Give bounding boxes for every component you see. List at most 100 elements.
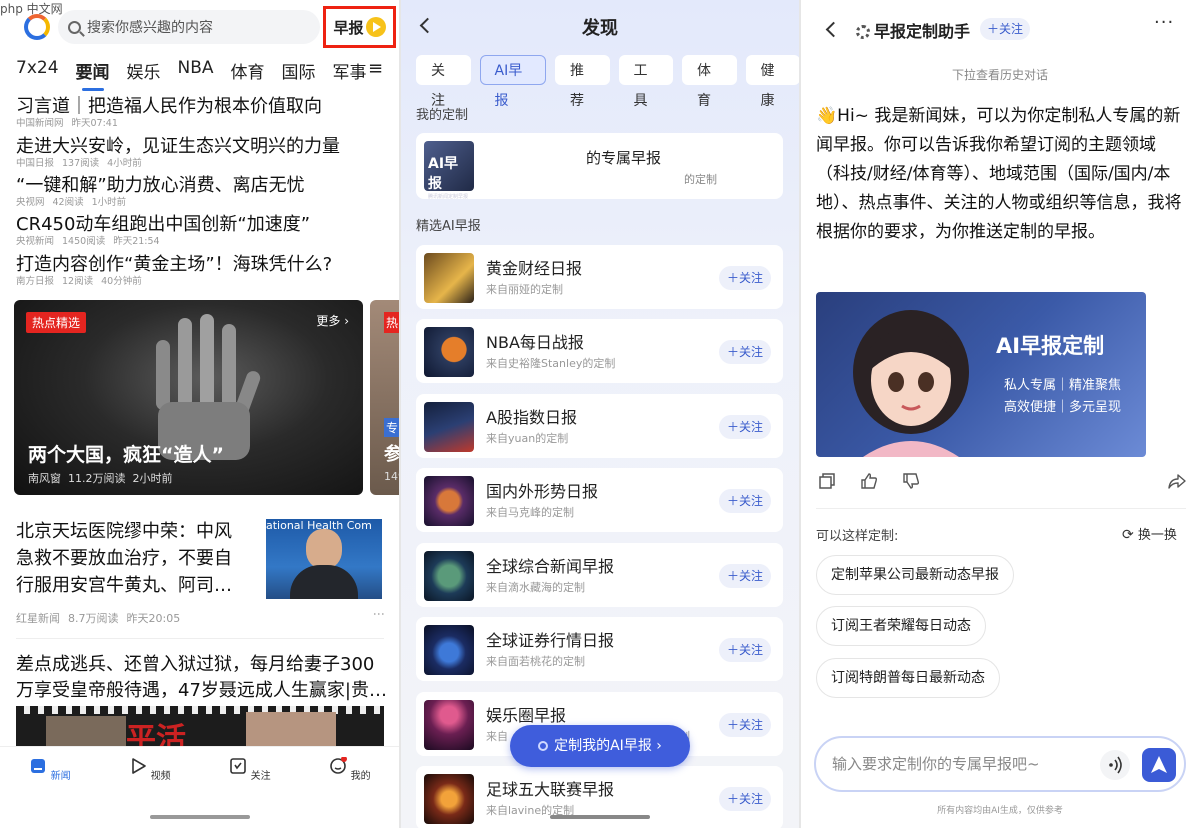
section-title: 精选AI早报 — [416, 219, 481, 234]
person-face — [306, 529, 342, 569]
card-meta: 南风窗 11.2万阅读 2小时前 — [28, 472, 173, 485]
zaobao-label: 早报 — [333, 18, 364, 37]
thumbs-down-icon[interactable] — [902, 472, 920, 490]
follow-button[interactable]: ＋关注 — [980, 18, 1031, 40]
brief-item[interactable]: NBA每日战报 来自史裕隆Stanley的定制 ＋关注 — [416, 319, 783, 383]
article-image[interactable]: 平活 — [16, 706, 384, 746]
article-title[interactable]: 北京天坛医院缪中荣：中风急救不要放血治疗，不要自行服用安宫牛黄丸、阿司… — [16, 518, 246, 599]
stock-chart-thumbnail — [424, 402, 474, 452]
nav-video[interactable]: 视频 — [120, 757, 180, 782]
suggestion-chip[interactable]: 定制苹果公司最新动态早报 — [816, 555, 1014, 595]
news-meta: 南方日报 12阅读 40分钟前 — [16, 276, 142, 287]
voice-icon — [1109, 756, 1122, 774]
tab-health[interactable]: 健康 — [745, 55, 800, 109]
more-options-icon[interactable]: ⋮ — [372, 608, 386, 620]
tab-sports[interactable]: 体育 — [682, 55, 737, 109]
brief-title: NBA每日战报 — [486, 333, 584, 352]
article-thumbnail[interactable]: ational Health Com — [266, 519, 382, 599]
follow-button[interactable]: ＋关注 — [718, 489, 771, 513]
brief-title: 娱乐圈早报 — [486, 706, 567, 725]
page-title: 发现 — [582, 18, 618, 39]
discover-panel: 发现 关注 AI早报 推荐 工具 体育 健康 我的定制 AI早报 腾讯新闻定制早… — [400, 0, 800, 828]
nav-news[interactable]: 新闻 — [20, 757, 80, 782]
brief-item[interactable]: A股指数日报 来自yuan的定制 ＋关注 — [416, 394, 783, 458]
copy-icon[interactable] — [818, 472, 836, 490]
brief-title: 全球证券行情日报 — [486, 631, 615, 650]
channel-tab[interactable]: NBA — [178, 58, 214, 83]
brief-item[interactable]: 全球证券行情日报 来自面若桃花的定制 ＋关注 — [416, 617, 783, 681]
follow-button[interactable]: ＋关注 — [718, 787, 771, 811]
suggestion-chip[interactable]: 订阅特朗普每日最新动态 — [816, 658, 1000, 698]
card-title: 参 — [384, 444, 400, 465]
brief-title: 黄金财经日报 — [486, 259, 583, 278]
brief-title: 国内外形势日报 — [486, 482, 599, 501]
robot-hand-image — [156, 314, 261, 460]
hot-picks-card[interactable]: 热点精选 更多 › 两个大国，疯狂“造人” 南风窗 11.2万阅读 2小时前 — [14, 300, 363, 495]
tab-tools[interactable]: 工具 — [618, 55, 673, 109]
hot-tag: 热点精选 — [26, 312, 87, 333]
channel-tab-active[interactable]: 要闻 — [76, 58, 110, 91]
news-title: 打造内容创作“黄金主场”！海珠凭什么? — [16, 254, 333, 275]
thumbs-up-icon[interactable] — [860, 472, 878, 490]
news-home-panel: php 中文网 搜索你感兴趣的内容 早报 7x24 要闻 娱乐 NBA 体育 国… — [0, 0, 400, 828]
home-indicator — [150, 815, 250, 819]
news-meta: 中国新闻网 昨天07:41 — [16, 118, 118, 129]
news-item[interactable]: 走进大兴安岭，见证生态兴文明兴的力量 中国日报 137阅读 4小时前 — [16, 136, 386, 170]
follow-button[interactable]: ＋关注 — [718, 564, 771, 588]
more-menu-icon[interactable]: ··· — [1154, 12, 1174, 33]
search-placeholder: 搜索你感兴趣的内容 — [87, 20, 213, 36]
channel-tab[interactable]: 军事 — [333, 58, 367, 83]
voice-button[interactable] — [1100, 750, 1130, 780]
channel-tab[interactable]: 7x24 — [16, 58, 59, 83]
video-icon — [132, 758, 147, 774]
assistant-title: 早报定制助手 — [856, 18, 970, 42]
securities-thumbnail — [424, 625, 474, 675]
follow-button[interactable]: ＋关注 — [718, 415, 771, 439]
news-title: “一键和解”助力放心消费、离店无忧 — [16, 175, 305, 196]
more-link[interactable]: 更多 › — [316, 312, 349, 329]
news-item[interactable]: CR450动车组跑出中国创新“加速度” 央视新闻 1450阅读 昨天21:54 — [16, 214, 386, 248]
article-title[interactable]: 差点成逃兵、还曾入狱过狱，每月给妻子300万享受皇帝般待遇，47岁聂远成人生赢家… — [16, 652, 388, 704]
my-custom-brief[interactable]: AI早报 腾讯新闻定制早报 的专属早报 的定制 — [416, 133, 783, 200]
follow-button[interactable]: ＋关注 — [718, 638, 771, 662]
chat-input[interactable] — [832, 752, 1082, 776]
stage-thumbnail — [424, 700, 474, 750]
tab-recommend[interactable]: 推荐 — [555, 55, 610, 109]
follow-button[interactable]: ＋关注 — [718, 340, 771, 364]
next-card[interactable]: 热 专 参 149 — [370, 300, 400, 495]
brief-item[interactable]: 全球综合新闻早报 来自滴水藏海的定制 ＋关注 — [416, 543, 783, 607]
news-item[interactable]: “一键和解”助力放心消费、离店无忧 央视网 42阅读 1小时前 — [16, 175, 386, 209]
ai-brief-banner[interactable]: AI早报定制 私人专属｜精准聚焦 高效便捷｜多元呈现 — [816, 292, 1146, 457]
channel-tab[interactable]: 体育 — [231, 58, 265, 83]
news-item[interactable]: 习言道｜把造福人民作为根本价值取向 中国新闻网 昨天07:41 — [16, 96, 386, 130]
tab-ai-brief[interactable]: AI早报 — [479, 55, 546, 109]
channel-tab[interactable]: 国际 — [282, 58, 316, 83]
share-icon[interactable] — [1168, 472, 1186, 490]
refresh-suggestions-button[interactable]: ⟳ 换一换 — [1122, 524, 1177, 543]
zaobao-button[interactable]: 早报 — [323, 6, 396, 48]
brief-item[interactable]: 国内外形势日报 来自马克峰的定制 ＋关注 — [416, 468, 783, 532]
news-item[interactable]: 打造内容创作“黄金主场”！海珠凭什么? 南方日报 12阅读 40分钟前 — [16, 254, 386, 288]
brief-title: 足球五大联赛早报 — [486, 780, 615, 799]
nav-profile[interactable]: 我的 — [320, 756, 380, 782]
customize-my-brief-button[interactable]: 定制我的AI早报 › — [510, 725, 690, 767]
channel-tab[interactable]: 娱乐 — [127, 58, 161, 83]
search-input[interactable]: 搜索你感兴趣的内容 — [58, 10, 320, 44]
basketball-thumbnail — [424, 327, 474, 377]
channel-menu-icon[interactable]: ≡ — [368, 58, 383, 79]
follow-button[interactable]: ＋关注 — [718, 266, 771, 290]
brief-assistant-panel: 早报定制助手 ＋关注 ··· 下拉查看历史对话 👋Hi~ 我是新闻妹，可以为你定… — [800, 0, 1200, 828]
tab-follow[interactable]: 关注 — [416, 55, 471, 109]
ai-brief-thumbnail: AI早报 腾讯新闻定制早报 — [424, 141, 474, 200]
brief-item[interactable]: 黄金财经日报 来自丽娅的定制 ＋关注 — [416, 245, 783, 309]
nav-follow[interactable]: 关注 — [220, 757, 280, 782]
back-icon[interactable] — [825, 21, 842, 38]
suggestion-chip[interactable]: 订阅王者荣耀每日动态 — [816, 606, 986, 646]
avatar-illustration — [853, 310, 969, 457]
app-logo[interactable] — [24, 14, 50, 40]
brief-subtitle: 来自史裕隆Stanley的定制 — [486, 357, 616, 370]
brief-title: A股指数日报 — [486, 408, 577, 427]
suggestions-label: 可以这样定制: — [816, 529, 899, 544]
follow-button[interactable]: ＋关注 — [718, 713, 771, 737]
send-button[interactable] — [1142, 748, 1176, 782]
